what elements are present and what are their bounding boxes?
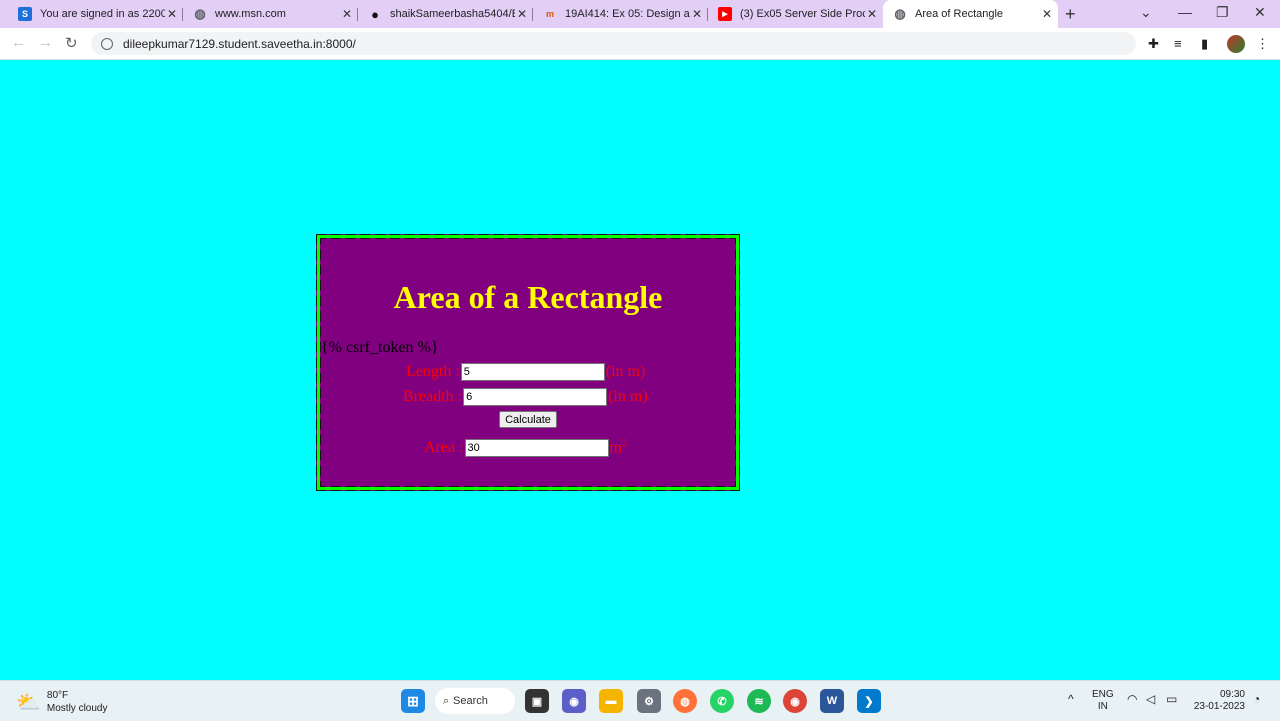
tab-moodle[interactable]: m 19AI414: Ex 05: Design a W ✕: [533, 0, 708, 28]
extensions-icon[interactable]: ✚: [1148, 36, 1159, 52]
globe-icon: ◍: [894, 6, 906, 21]
close-tab-icon[interactable]: ✕: [517, 7, 527, 21]
page-title: Area of a Rectangle: [393, 279, 663, 315]
weather-temp: 80°F: [46, 690, 69, 701]
new-tab-button[interactable]: +: [1065, 4, 1076, 25]
close-tab-icon[interactable]: ✕: [342, 7, 352, 21]
tab-youtube[interactable]: ▶ (3) Ex05 Server Side Proces ✕: [708, 0, 883, 28]
battery-icon[interactable]: ▭: [1166, 693, 1177, 705]
length-unit: (in m): [605, 363, 646, 380]
vscode-icon[interactable]: ❯: [857, 689, 881, 713]
task-view-icon[interactable]: ▣: [525, 689, 549, 713]
youtube-icon: ▶: [718, 7, 732, 21]
weather-widget[interactable]: ⛅ 80°F Mostly cloudy: [16, 689, 107, 715]
breadth-row: Breadth : (in m): [403, 388, 648, 406]
chrome-icon[interactable]: ◉: [783, 689, 807, 713]
spotify-icon[interactable]: ≋: [747, 689, 771, 713]
globe-icon: ◍: [194, 6, 206, 21]
notifications-icon[interactable]: ◔: [1253, 693, 1260, 705]
chat-icon[interactable]: ◉: [562, 689, 586, 713]
profile-avatar[interactable]: [1227, 35, 1245, 53]
weather-desc: Mostly cloudy: [46, 703, 108, 714]
tab-area-of-rectangle[interactable]: ◍ Area of Rectangle ✕: [883, 0, 1058, 28]
windows-start-icon[interactable]: ⊞: [401, 689, 425, 713]
language-indicator[interactable]: ENG IN: [1092, 689, 1114, 713]
search-label: Search: [453, 695, 488, 707]
settings-icon[interactable]: ⚙: [637, 689, 661, 713]
area-unit: m2: [609, 438, 627, 457]
close-tab-icon[interactable]: ✕: [867, 7, 877, 21]
tab-search-icon[interactable]: ⌄: [1140, 4, 1152, 21]
breadth-input[interactable]: [463, 388, 608, 406]
partly-cloudy-icon: ⛅: [16, 691, 41, 714]
file-explorer-icon[interactable]: ▬: [599, 689, 623, 713]
back-icon[interactable]: ←: [11, 34, 26, 51]
clock-time: 09:30: [1219, 689, 1245, 700]
tab-title: Area of Rectangle: [915, 8, 1004, 20]
calculate-button[interactable]: Calculate: [499, 411, 557, 428]
minimize-icon[interactable]: —: [1178, 4, 1192, 20]
wifi-icon[interactable]: ◠: [1127, 693, 1137, 705]
tab-title: 19AI414: Ex 05: Design a W: [565, 8, 690, 20]
browser-toolbar: ← → ↻ dileepkumar7129.student.saveetha.i…: [0, 28, 1280, 60]
maximize-icon[interactable]: ❐: [1216, 4, 1229, 21]
length-label: Length :: [406, 363, 460, 380]
area-label: Area :: [424, 438, 464, 456]
clock[interactable]: 09:30 23-01-2023: [1190, 689, 1245, 713]
url-text[interactable]: dileepkumar7129.student.saveetha.in:8000…: [123, 37, 356, 51]
tab-title: (3) Ex05 Server Side Proces: [740, 8, 865, 20]
close-tab-icon[interactable]: ✕: [692, 7, 702, 21]
tab-strip: S You are signed in as 22004 ✕ ◍ www.msn…: [0, 0, 1280, 28]
moodle-icon: m: [545, 9, 554, 19]
tab-github[interactable]: ● shaikSameerbasha5404/Ex- ✕: [358, 0, 533, 28]
tab-signed-in[interactable]: S You are signed in as 22004 ✕: [8, 0, 183, 28]
close-tab-icon[interactable]: ✕: [1042, 7, 1052, 21]
tab-title: shaikSameerbasha5404/Ex-: [390, 8, 515, 20]
site-info-icon[interactable]: [101, 37, 113, 50]
breadth-label: Breadth :: [403, 388, 463, 405]
taskbar: ⛅ 80°F Mostly cloudy ⊞ ⌕ Search ▣ ◉ ▬ ⚙ …: [0, 680, 1280, 721]
calculator-card: Area of a Rectangle {% csrf_token %} Len…: [316, 234, 740, 491]
csrf-token-text: {% csrf_token %}: [321, 339, 439, 356]
length-row: Length : (in m): [406, 363, 645, 381]
breadth-unit: (in m): [608, 388, 648, 405]
reload-icon[interactable]: ↻: [65, 34, 78, 52]
show-hidden-icons-icon[interactable]: ^: [1068, 693, 1074, 705]
area-output[interactable]: [464, 438, 609, 457]
area-row: Area : m2: [424, 438, 627, 457]
search-icon: ⌕: [443, 694, 450, 707]
word-icon[interactable]: W: [820, 689, 844, 713]
menu-icon[interactable]: ⋮: [1256, 36, 1269, 52]
media-icon[interactable]: ≡: [1174, 36, 1182, 51]
sidepanel-icon[interactable]: ▮: [1201, 36, 1208, 52]
tab-title: You are signed in as 22004: [40, 8, 165, 20]
firefox-icon[interactable]: ◍: [673, 689, 697, 713]
clock-date: 23-01-2023: [1193, 701, 1245, 712]
whatsapp-icon[interactable]: ✆: [710, 689, 734, 713]
s-favicon-icon: S: [18, 7, 32, 21]
address-bar[interactable]: dileepkumar7129.student.saveetha.in:8000…: [91, 32, 1136, 55]
volume-icon[interactable]: ◁: [1146, 693, 1155, 705]
forward-icon[interactable]: →: [38, 34, 53, 51]
close-tab-icon[interactable]: ✕: [167, 7, 177, 21]
github-icon: ●: [371, 6, 379, 22]
tab-title: www.msn.com: [215, 8, 286, 20]
taskbar-search[interactable]: ⌕ Search: [435, 688, 515, 714]
close-window-icon[interactable]: ✕: [1254, 4, 1266, 21]
tab-msn[interactable]: ◍ www.msn.com ✕: [183, 0, 358, 28]
length-input[interactable]: [460, 363, 605, 381]
